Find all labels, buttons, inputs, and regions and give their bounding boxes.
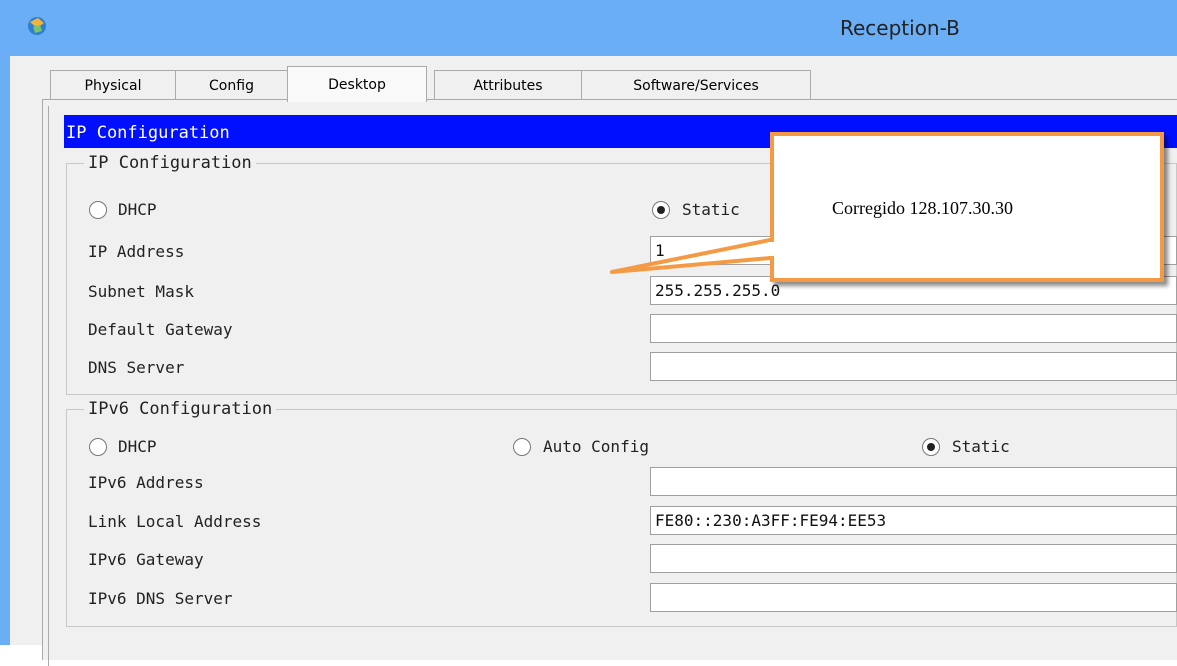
ipv4-dhcp-label: DHCP <box>118 200 157 219</box>
ipv4-static-label: Static <box>682 200 740 219</box>
dns-server-field[interactable] <box>650 352 1177 381</box>
ipv6-static-radio[interactable] <box>922 438 940 456</box>
ipv6-legend: IPv6 Configuration <box>84 399 277 419</box>
ipv6-gateway-label: IPv6 Gateway <box>88 550 204 569</box>
dns-server-label: DNS Server <box>88 358 185 377</box>
ipv6-dhcp-radio[interactable] <box>89 438 107 456</box>
tab-software-services[interactable]: Software/Services <box>581 70 811 100</box>
tab-physical[interactable]: Physical <box>50 70 176 100</box>
ipv6-static-label: Static <box>952 437 1010 456</box>
link-local-address-field[interactable] <box>650 506 1177 535</box>
ipv4-static-radio[interactable] <box>652 201 670 219</box>
ipv6-address-label: IPv6 Address <box>88 473 204 492</box>
ipv4-legend: IP Configuration <box>84 153 256 173</box>
ipv4-dhcp-radio[interactable] <box>89 201 107 219</box>
ipv6-dhcp-label: DHCP <box>118 437 157 456</box>
tab-attributes[interactable]: Attributes <box>434 70 582 100</box>
ipv6-dns-server-field[interactable] <box>650 583 1177 612</box>
tab-desktop[interactable]: Desktop <box>287 66 427 102</box>
default-gateway-field[interactable] <box>650 314 1177 343</box>
link-local-address-label: Link Local Address <box>88 512 262 531</box>
ipv6-dns-server-label: IPv6 DNS Server <box>88 589 233 608</box>
ipv6-gateway-field[interactable] <box>650 544 1177 573</box>
packet-tracer-icon <box>28 17 46 35</box>
ip-address-label: IP Address <box>88 242 185 261</box>
ipv6-address-field[interactable] <box>650 467 1177 496</box>
tab-config[interactable]: Config <box>175 70 288 100</box>
ipv6-auto-config-radio[interactable] <box>513 438 531 456</box>
callout-text: Corregido 128.107.30.30 <box>832 198 1013 218</box>
subnet-mask-label: Subnet Mask <box>88 282 194 301</box>
ipv6-auto-config-label: Auto Config <box>543 437 649 456</box>
title-bar <box>0 0 1177 56</box>
window-title: Reception-B <box>840 16 960 40</box>
default-gateway-label: Default Gateway <box>88 320 233 339</box>
